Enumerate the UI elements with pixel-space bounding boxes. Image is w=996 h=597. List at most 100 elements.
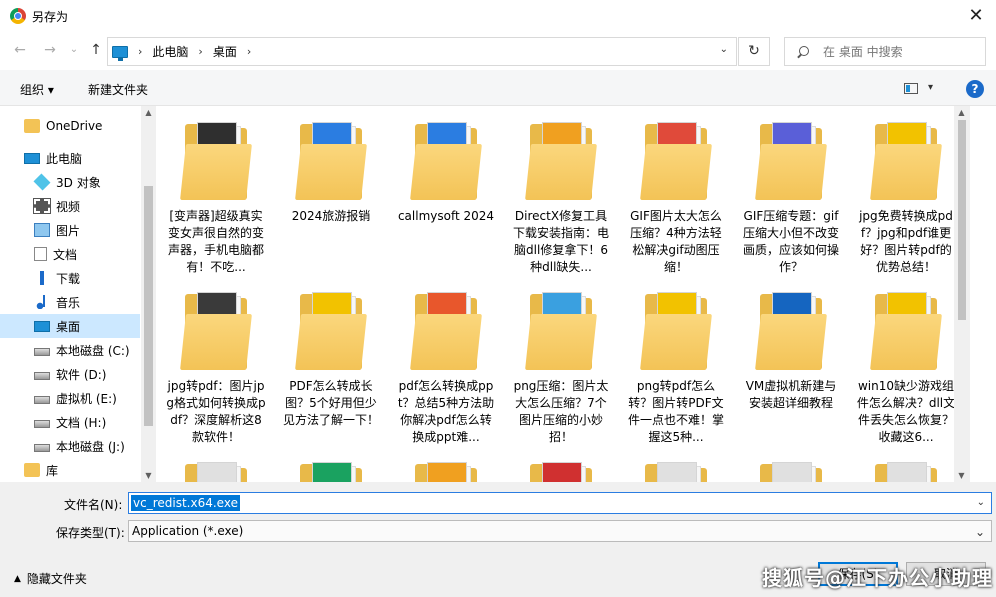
scroll-up-icon[interactable]: ▲: [954, 108, 969, 117]
3d-objects-icon: [33, 173, 51, 191]
filetype-dropdown-icon[interactable]: ⌄: [975, 525, 985, 539]
folder-item[interactable]: callmysoft 2024: [393, 106, 499, 225]
filename-dropdown-icon[interactable]: ⌄: [977, 497, 985, 508]
folder-icon: [415, 462, 477, 482]
scroll-up-icon[interactable]: ▲: [141, 108, 156, 117]
scrollbar-thumb[interactable]: [958, 120, 966, 320]
folder-item[interactable]: jpg免费转换成pdf？jpg和pdf谁更好？图片转pdf的优势总结！: [853, 106, 954, 276]
watermark: 搜狐号@江下办公小助理: [762, 566, 993, 590]
folder-item[interactable]: [393, 446, 499, 482]
folder-icon: [760, 462, 822, 482]
filename-value[interactable]: vc_redist.x64.exe: [131, 495, 240, 511]
folder-scrollbar[interactable]: ▲ ▼: [954, 106, 970, 482]
folder-label: png压缩：图片太大怎么压缩？7个图片压缩的小妙招！: [513, 379, 609, 444]
new-folder-button[interactable]: 新建文件夹: [88, 81, 148, 98]
folder-item[interactable]: GIF图片太大怎么压缩？4种方法轻松解决gif动图压缩！: [623, 106, 729, 276]
nav-item[interactable]: 本地磁盘 (C:): [0, 338, 140, 362]
drive-icon: [34, 444, 50, 452]
hide-folders-label: 隐藏文件夹: [26, 572, 87, 586]
breadcrumb-separator[interactable]: ›: [247, 45, 251, 58]
forward-button[interactable]: →: [42, 42, 58, 58]
filetype-select[interactable]: Application (*.exe) ⌄: [128, 520, 992, 542]
nav-item-label: 文档 (H:): [56, 415, 107, 430]
folder-label: win10缺少游戏组件怎么解决？dll文件丢失怎么恢复？收藏这6...: [856, 379, 954, 444]
breadcrumb-desktop[interactable]: 桌面: [213, 43, 237, 60]
refresh-button[interactable]: ↻: [738, 37, 770, 66]
folder-icon: [640, 122, 712, 200]
pictures-icon: [34, 223, 50, 237]
folder-label: VM虚拟机新建与安装超详细教程: [745, 379, 837, 410]
organize-menu[interactable]: 组织 ▾: [20, 81, 54, 98]
close-button[interactable]: ✕: [966, 6, 986, 26]
nav-item[interactable]: 文档: [0, 242, 140, 266]
nav-item[interactable]: 库: [0, 458, 140, 482]
folder-item[interactable]: 2024旅游报销: [278, 106, 384, 225]
nav-item[interactable]: OneDrive: [0, 114, 140, 138]
folder-item[interactable]: win10缺少游戏组件怎么解决？dll文件丢失怎么恢复？收藏这6...: [853, 276, 954, 446]
nav-item[interactable]: 软件 (D:): [0, 362, 140, 386]
address-dropdown-icon[interactable]: ⌄: [720, 44, 728, 55]
filetype-label: 保存类型(T):: [56, 526, 125, 540]
folder-label: GIF图片太大怎么压缩？4种方法轻松解决gif动图压缩！: [630, 209, 722, 274]
download-icon: [34, 271, 50, 285]
nav-item[interactable]: 音乐: [0, 290, 140, 314]
nav-item[interactable]: 图片: [0, 218, 140, 242]
library-icon: [24, 463, 40, 477]
nav-item[interactable]: 文档 (H:): [0, 410, 140, 434]
scroll-down-icon[interactable]: ▼: [954, 471, 969, 480]
folder-item[interactable]: DirectX修复工具下载安装指南：电脑dll修复拿下！6种dll缺失...: [508, 106, 614, 276]
scrollbar-thumb[interactable]: [144, 186, 153, 426]
nav-scrollbar[interactable]: ▲ ▼: [141, 106, 156, 482]
folder-item[interactable]: [623, 446, 729, 482]
folder-item[interactable]: png转pdf怎么转？图片转PDF文件一点也不难！掌握这5种...: [623, 276, 729, 446]
folder-item[interactable]: [738, 446, 844, 482]
recent-locations-button[interactable]: ⌄: [66, 42, 82, 58]
folder-item[interactable]: png压缩：图片太大怎么压缩？7个图片压缩的小妙招！: [508, 276, 614, 446]
nav-item-label: 此电脑: [46, 151, 83, 166]
filename-label: 文件名(N):: [64, 498, 123, 512]
breadcrumb-separator[interactable]: ›: [198, 45, 202, 58]
folder-item[interactable]: pdf怎么转换成ppt？总结5种方法助你解决pdf怎么转换成ppt难...: [393, 276, 499, 446]
view-mode-icon[interactable]: [904, 83, 918, 94]
folder-item[interactable]: [508, 446, 614, 482]
folder-icon: [410, 292, 482, 370]
up-button[interactable]: ↑: [88, 42, 104, 58]
nav-item[interactable]: 本地磁盘 (J:): [0, 434, 140, 458]
help-icon[interactable]: ?: [966, 80, 984, 98]
filename-field[interactable]: vc_redist.x64.exe ⌄: [128, 492, 992, 514]
nav-item[interactable]: 下载: [0, 266, 140, 290]
nav-item-label: 音乐: [56, 295, 81, 310]
search-input[interactable]: 在 桌面 中搜索: [784, 37, 986, 66]
drive-icon: [34, 348, 50, 356]
nav-item[interactable]: 视频: [0, 194, 140, 218]
folder-item[interactable]: jpg转pdf：图片jpg格式如何转换成pdf？深度解析这8款软件！: [163, 276, 269, 446]
nav-item[interactable]: 3D 对象: [0, 170, 140, 194]
scroll-down-icon[interactable]: ▼: [141, 471, 156, 480]
folder-item[interactable]: VM虚拟机新建与安装超详细教程: [738, 276, 844, 412]
folder-item[interactable]: [278, 446, 384, 482]
nav-item[interactable]: 桌面: [0, 314, 140, 338]
folder-label: pdf怎么转换成ppt？总结5种方法助你解决pdf怎么转换成ppt难...: [397, 379, 495, 444]
folder-item[interactable]: [变声器]超级真实变女声很自然的变声器，手机电脑都有！不吃...: [163, 106, 269, 276]
music-icon: [34, 295, 50, 309]
folder-item[interactable]: [163, 446, 269, 482]
breadcrumb-this-pc[interactable]: 此电脑: [152, 43, 188, 60]
folder-item[interactable]: PDF怎么转成长图？5个好用但少见方法了解一下！: [278, 276, 384, 429]
hide-folders-toggle[interactable]: ▲ 隐藏文件夹: [14, 570, 87, 587]
folder-icon: [295, 122, 367, 200]
chrome-icon: [10, 8, 26, 24]
view-dropdown-icon[interactable]: ▾: [928, 82, 933, 93]
computer-icon: [24, 152, 40, 164]
nav-item[interactable]: 虚拟机 (E:): [0, 386, 140, 410]
drive-icon: [34, 420, 50, 428]
folder-icon: [875, 462, 937, 482]
folder-icon: [640, 292, 712, 370]
breadcrumb-separator[interactable]: ›: [138, 45, 142, 58]
folder-icon: [180, 292, 252, 370]
nav-item[interactable]: 此电脑: [0, 146, 140, 170]
folder-icon: [870, 122, 942, 200]
back-button[interactable]: ←: [12, 42, 28, 58]
folder-item[interactable]: [853, 446, 954, 482]
address-bar[interactable]: › 此电脑 › 桌面 › ⌄: [107, 37, 737, 66]
folder-item[interactable]: GIF压缩专题：gif压缩大小但不改变画质，应该如何操作？: [738, 106, 844, 276]
